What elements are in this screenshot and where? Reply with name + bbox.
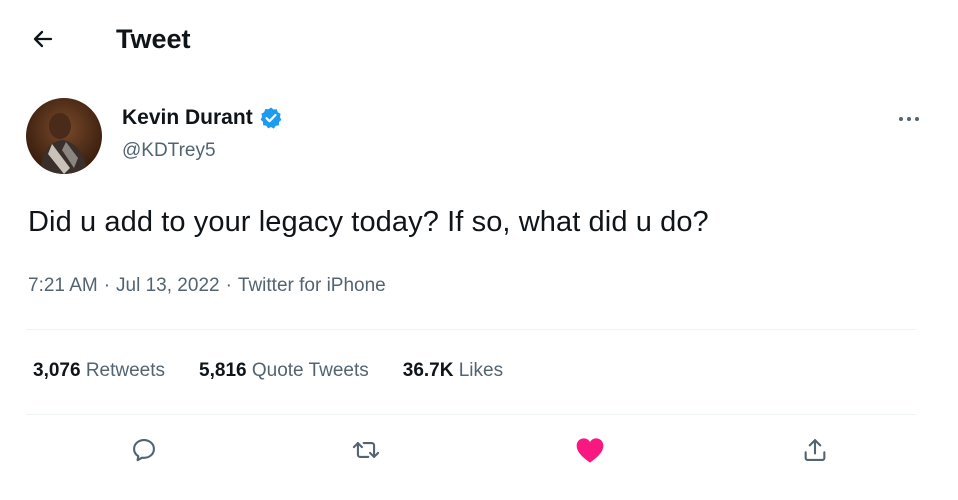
verified-badge-icon <box>259 106 283 130</box>
tweet-date[interactable]: Jul 13, 2022 <box>116 275 220 296</box>
divider <box>26 329 916 330</box>
quote-tweets-count: 5,816 <box>199 360 247 381</box>
tweet-header: Tweet <box>0 0 958 78</box>
likes-label: Likes <box>458 360 504 381</box>
avatar[interactable] <box>26 98 102 174</box>
meta-separator: · <box>103 275 111 296</box>
tweet-text: Did u add to your legacy today? If so, w… <box>28 206 709 238</box>
reply-button[interactable] <box>124 430 164 470</box>
quote-tweets-stat[interactable]: 5,816 Quote Tweets <box>199 360 369 382</box>
share-icon <box>804 439 826 461</box>
quote-tweets-label: Quote Tweets <box>251 360 369 381</box>
retweets-count: 3,076 <box>33 360 81 381</box>
back-button[interactable] <box>26 22 60 56</box>
more-button[interactable] <box>894 108 924 130</box>
tweet-author: Kevin Durant @KDTrey5 <box>26 98 926 178</box>
retweets-stat[interactable]: 3,076 Retweets <box>33 360 165 382</box>
retweet-button[interactable] <box>346 430 386 470</box>
arrow-left-icon <box>33 30 53 48</box>
retweets-label: Retweets <box>85 360 166 381</box>
reply-icon <box>133 439 155 462</box>
tweet-source[interactable]: Twitter for iPhone <box>238 275 386 296</box>
more-icon <box>899 117 919 121</box>
heart-icon <box>576 438 604 463</box>
tweet-actions <box>0 430 958 476</box>
name-row: Kevin Durant <box>122 106 283 130</box>
tweet-meta: 7:21 AM · Jul 13, 2022 · Twitter for iPhone <box>28 275 386 297</box>
tweet-time[interactable]: 7:21 AM <box>28 275 98 296</box>
author-handle[interactable]: @KDTrey5 <box>122 140 216 162</box>
likes-count: 36.7K <box>402 360 454 381</box>
author-name[interactable]: Kevin Durant <box>122 106 253 130</box>
like-button[interactable] <box>570 430 610 470</box>
page-title: Tweet <box>116 24 191 54</box>
likes-stat[interactable]: 36.7K Likes <box>403 360 503 382</box>
divider <box>26 414 916 415</box>
tweet-stats: 3,076 Retweets 5,816 Quote Tweets 36.7K … <box>33 360 537 382</box>
retweet-icon <box>352 442 380 458</box>
share-button[interactable] <box>795 430 835 470</box>
meta-separator: · <box>225 275 232 296</box>
